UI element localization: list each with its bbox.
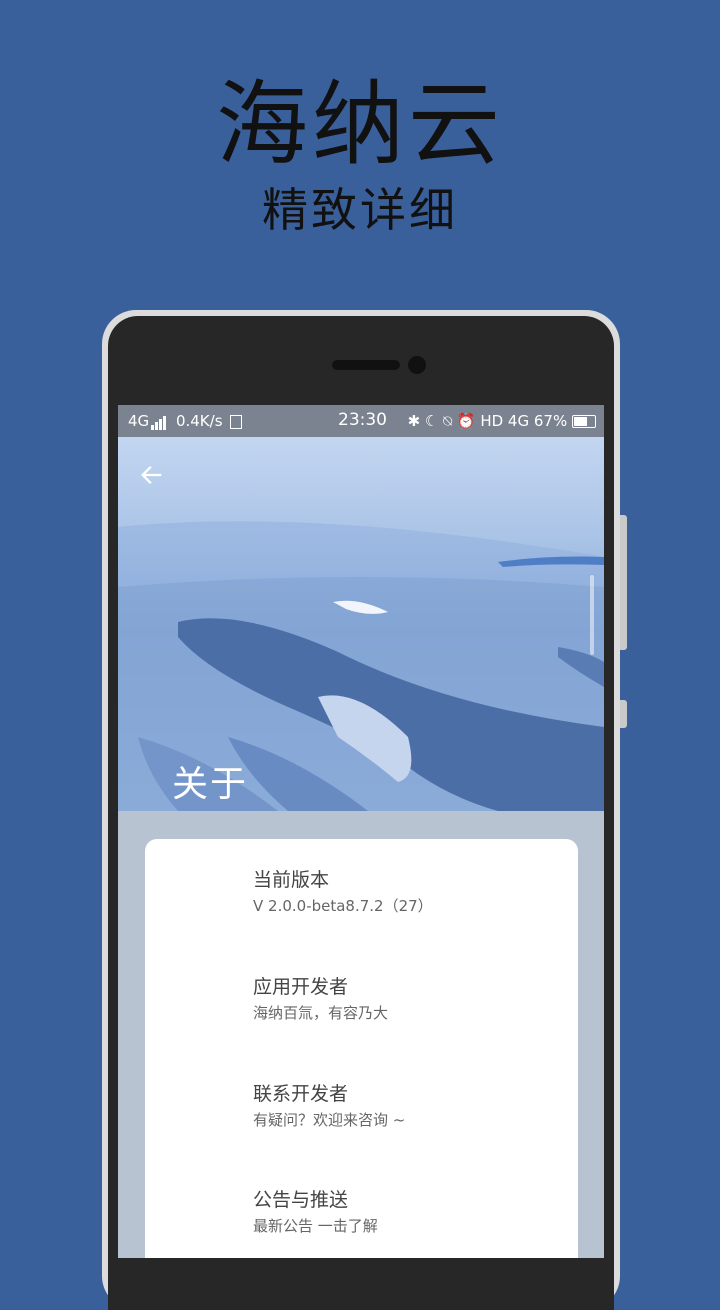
page-title: 关于	[172, 764, 249, 805]
phone-camera	[408, 356, 426, 374]
list-item-version[interactable]: 当前版本 V 2.0.0-beta8.7.2（27）	[253, 867, 433, 917]
status-left: 4G 0.4K/s	[128, 412, 243, 430]
item-title: 应用开发者	[253, 976, 349, 998]
item-subtitle: V 2.0.0-beta8.7.2（27）	[253, 897, 433, 915]
phone-speaker	[332, 360, 400, 370]
item-subtitle: 海纳百氚，有容乃大	[253, 1004, 389, 1022]
phone-side-button-small	[620, 700, 627, 728]
battery-percent: 67%	[533, 412, 568, 430]
header-banner: 关于	[118, 437, 604, 811]
item-subtitle: 最新公告 一击了解	[253, 1217, 378, 1235]
scroll-indicator	[590, 575, 594, 655]
promo-title: 海纳云	[215, 71, 504, 178]
status-time: 23:30	[338, 410, 387, 430]
status-icons: ✱ ☾ ⍉ ⏰ HD 4G	[407, 412, 530, 430]
battery-icon	[572, 415, 596, 428]
list-item-contact[interactable]: 联系开发者 有疑问？欢迎来咨询 ~	[253, 1081, 405, 1131]
item-subtitle: 有疑问？欢迎来咨询 ~	[253, 1111, 406, 1129]
list-item-developer[interactable]: 应用开发者 海纳百氚，有容乃大	[253, 974, 388, 1024]
app-screen: 4G 0.4K/s 23:30 ✱ ☾ ⍉ ⏰ HD 4G 67% 关于 当前版…	[118, 405, 604, 1258]
item-title: 公告与推送	[253, 1189, 349, 1211]
list-item-announcements[interactable]: 公告与推送 最新公告 一击了解	[253, 1187, 378, 1237]
status-right: ✱ ☾ ⍉ ⏰ HD 4G 67%	[408, 412, 596, 430]
status-bar: 4G 0.4K/s 23:30 ✱ ☾ ⍉ ⏰ HD 4G 67%	[118, 405, 604, 437]
network-type: 4G	[128, 412, 150, 430]
signal-icon	[151, 412, 167, 430]
phone-side-button	[620, 515, 627, 650]
arrow-left-icon[interactable]	[138, 461, 166, 489]
about-card: 当前版本 V 2.0.0-beta8.7.2（27） 应用开发者 海纳百氚，有容…	[145, 839, 578, 1258]
item-title: 联系开发者	[253, 1083, 349, 1105]
network-speed: 0.4K/s	[175, 412, 223, 430]
promo-subtitle: 精致详细	[262, 183, 458, 237]
item-title: 当前版本	[253, 869, 330, 891]
sim-icon	[230, 414, 243, 429]
